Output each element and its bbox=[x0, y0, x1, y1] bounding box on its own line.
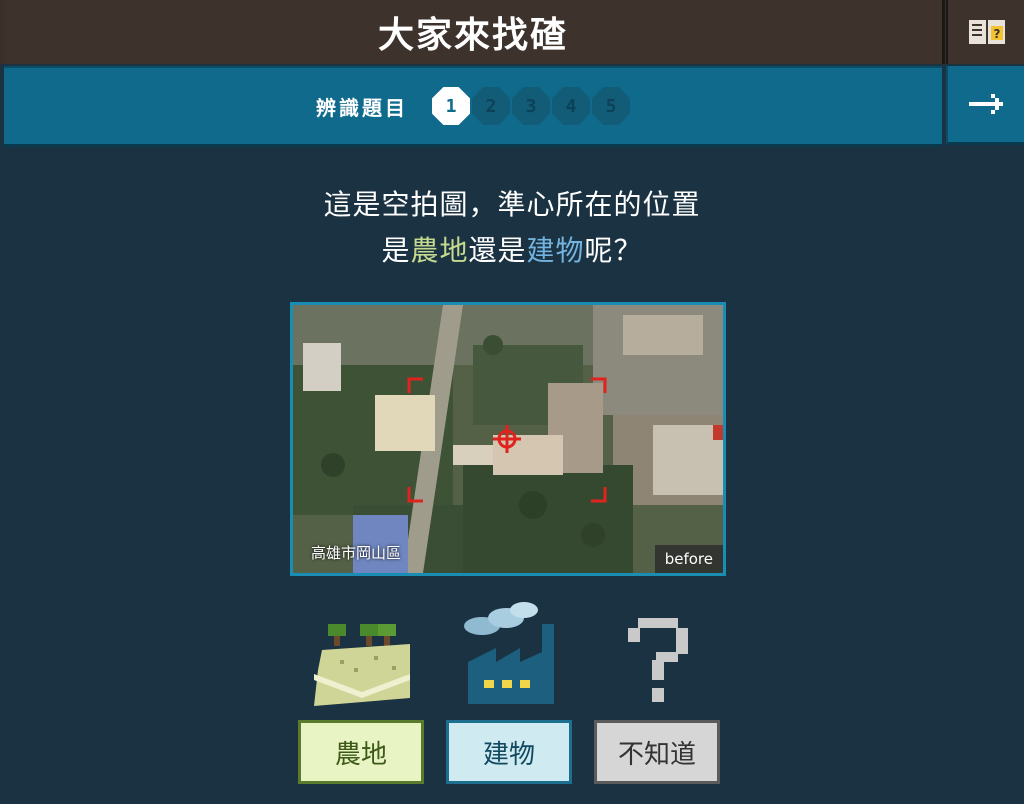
svg-text:?: ? bbox=[994, 27, 1001, 41]
title-box: 大家來找碴 bbox=[4, 0, 945, 64]
next-button[interactable] bbox=[946, 66, 1024, 145]
map-location-label: 高雄市岡山區 bbox=[311, 544, 402, 562]
unknown-button[interactable]: 不知道 bbox=[594, 720, 720, 784]
q-suffix: 呢？ bbox=[584, 234, 643, 267]
page-title: 大家來找碴 bbox=[377, 15, 568, 56]
farmland-button[interactable]: 農地 bbox=[298, 720, 424, 784]
step-indicator: 1 2 3 4 5 bbox=[430, 87, 630, 125]
step-5[interactable]: 5 bbox=[592, 87, 630, 125]
step-4[interactable]: 4 bbox=[552, 87, 590, 125]
step-3[interactable]: 3 bbox=[512, 87, 550, 125]
question-line-1: 這是空拍圖，準心所在的位置 bbox=[323, 188, 701, 221]
factory-icon bbox=[464, 602, 554, 704]
building-button[interactable]: 建物 bbox=[446, 720, 572, 784]
book-icon: ? bbox=[969, 20, 1005, 44]
farmland-icon bbox=[314, 624, 410, 706]
nav-label: 辨識題目 bbox=[316, 95, 408, 120]
crosshair-overlay bbox=[407, 377, 607, 503]
top-bar: 大家來找碴 ? bbox=[0, 0, 1024, 64]
question-text: 這是空拍圖，準心所在的位置 是農地還是建物呢？ bbox=[0, 182, 1024, 274]
guide-button[interactable]: ? bbox=[946, 0, 1024, 64]
q-prefix: 是 bbox=[381, 234, 411, 267]
step-2[interactable]: 2 bbox=[472, 87, 510, 125]
question-line-2: 是農地還是建物呢？ bbox=[0, 228, 1024, 274]
keyword-farm: 農地 bbox=[410, 234, 469, 267]
step-1[interactable]: 1 bbox=[432, 87, 470, 125]
question-mark-icon bbox=[628, 618, 688, 702]
arrow-right-icon bbox=[969, 94, 1003, 114]
q-mid: 還是 bbox=[468, 234, 527, 267]
question-nav: 辨識題目 1 2 3 4 5 bbox=[4, 66, 942, 147]
aerial-photo: 高雄市岡山區 before bbox=[290, 302, 726, 576]
map-before-tag: before bbox=[654, 545, 723, 573]
keyword-building: 建物 bbox=[526, 234, 585, 267]
